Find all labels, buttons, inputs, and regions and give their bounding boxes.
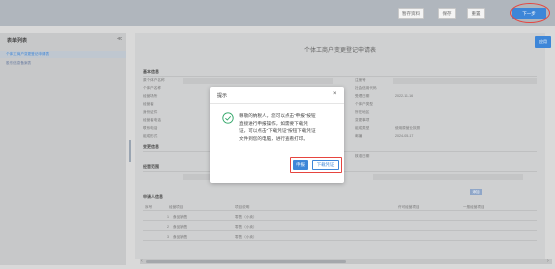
row-label: 受理日期 — [355, 94, 370, 98]
row-label: 注册号 — [355, 78, 366, 82]
row-label: 变更事项 — [355, 118, 370, 122]
save-button[interactable]: 保存 — [438, 8, 456, 19]
save-draft-button[interactable]: 暂存资料 — [398, 8, 424, 19]
section-scope: 经营范围 — [143, 164, 159, 169]
row-label: 原个体户名称 — [143, 78, 165, 82]
scroll-right-icon[interactable]: › — [547, 258, 549, 264]
message-line: 文件到您的电脑，进行查看打印。 — [239, 135, 308, 141]
row-label: 邮编 — [355, 134, 363, 138]
row-label: 核准日期 — [355, 154, 370, 158]
table-header: 序号 经营项目 项目说明 许可经营项目 一般经营项目 — [143, 203, 537, 211]
row-label: 社会信用代码 — [355, 86, 377, 90]
sidebar-item-shareholder-form[interactable]: 股东信息备案表 — [6, 61, 31, 66]
row-label: 组成类型 — [355, 126, 370, 130]
table-row: 3 食品销售 零售（小卖） — [143, 233, 537, 241]
reset-button[interactable]: 重置 — [467, 8, 485, 19]
highlight-box — [290, 157, 342, 173]
scroll-thumb[interactable] — [146, 260, 346, 263]
row-label: 经营场所 — [143, 94, 158, 98]
col-header: 许可经营项目 — [398, 205, 420, 209]
divider — [143, 76, 537, 77]
col-header: 经营项目 — [169, 205, 184, 209]
scroll-left-icon[interactable]: ‹ — [141, 258, 143, 264]
row-label: 个体户类型 — [355, 102, 373, 106]
approve-date-value: 2024-05-17 — [395, 134, 414, 138]
sidebar-item-change-form[interactable]: 个体工商户变更登记申请表 — [6, 52, 49, 57]
add-button[interactable]: 添加 — [470, 189, 482, 195]
top-toolbar: 暂存资料 保存 重置 下一步 — [0, 0, 555, 26]
row-label: 经营者电话 — [143, 118, 161, 122]
form-row: 原个体户名称 注册号 — [143, 78, 537, 84]
apply-button[interactable]: 应用 — [535, 36, 551, 48]
dialog-message: 尊敬的纳税人，您可以点击“申报”按钮 直接进行申报操作，如需要下载凭 证，可以点… — [239, 112, 337, 142]
section-basic: 基本信息 — [143, 69, 159, 74]
form-title: 个体工商户变更登记申请表 — [303, 48, 376, 54]
notice-dialog: 提示 × 尊敬的纳税人，您可以点击“申报”按钮 直接进行申报操作，如需要下载凭 … — [210, 87, 344, 183]
dialog-title: 提示 — [217, 93, 228, 99]
row-label: 组成形式 — [143, 134, 158, 138]
row-label: 联系电话 — [143, 126, 158, 130]
close-icon[interactable]: × — [333, 91, 337, 97]
splitter-handle[interactable] — [129, 140, 131, 162]
col-header: 项目说明 — [235, 205, 250, 209]
sidebar-title: 表单列表 — [7, 38, 28, 44]
row-label: 经营者 — [143, 102, 154, 106]
message-line: 尊敬的纳税人，您可以点击“申报”按钮 — [239, 113, 316, 118]
highlight-circle — [510, 3, 550, 23]
section-applicant: 申请人信息 — [143, 194, 163, 199]
row-label: 身份证件 — [143, 110, 158, 114]
col-header: 序号 — [145, 205, 153, 209]
message-line: 证，可以点击“下载凭证”按钮下载凭证 — [239, 128, 316, 134]
section-change: 变更信息 — [143, 144, 159, 149]
col-header: 一般经营项目 — [463, 205, 485, 209]
row-label: 所在地区 — [355, 110, 370, 114]
text-field[interactable] — [183, 78, 333, 84]
license-option: 使用原营业执照 — [395, 126, 421, 130]
accept-date-value: 2022-11-16 — [395, 94, 414, 98]
success-check-icon — [222, 112, 234, 124]
collapse-icon[interactable]: ≪ — [117, 36, 122, 42]
scope-field[interactable] — [373, 174, 523, 180]
table-row: 1 食品销售 零售（小卖） — [143, 213, 537, 221]
message-line: 直接进行申报操作，如需要下载凭 — [239, 120, 308, 126]
text-field[interactable] — [393, 78, 537, 84]
table-row: 2 食品销售 零售（小卖） — [143, 223, 537, 231]
row-label: 个体户名称 — [143, 86, 161, 90]
divider — [210, 103, 344, 104]
form-list-sidebar: 表单列表 ≪ 个体工商户变更登记申请表 股东信息备案表 — [0, 33, 126, 265]
